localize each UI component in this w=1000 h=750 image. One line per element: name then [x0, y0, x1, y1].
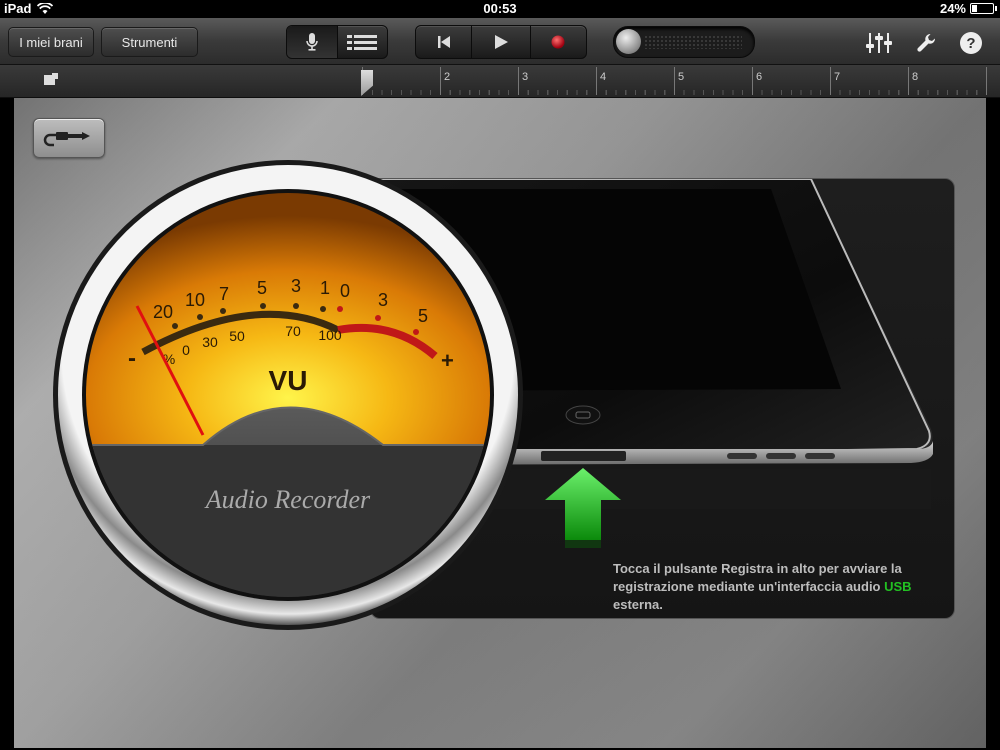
scale-label-5: 5 — [257, 278, 267, 298]
volume-slider[interactable] — [613, 26, 755, 58]
mixer-icon — [866, 33, 892, 53]
vu-meter: 20 10 7 5 3 1 0 3 5 % 0 30 50 70 100 - +… — [53, 160, 523, 630]
instructions-text-end: esterna. — [613, 597, 663, 612]
wrench-icon — [917, 33, 936, 52]
tracks-list-icon — [347, 35, 378, 50]
percent-70: 70 — [285, 323, 301, 339]
bar-marker-8: 8 — [912, 71, 919, 83]
record-button[interactable] — [531, 26, 586, 58]
scale-label-7: 7 — [219, 284, 229, 304]
percent-100: 100 — [318, 327, 342, 343]
bar-marker-7: 7 — [834, 71, 841, 83]
bar-marker-2: 2 — [444, 71, 451, 83]
bar-marker-3: 3 — [522, 71, 529, 83]
volume-knob[interactable] — [616, 29, 641, 54]
add-track-icon[interactable] — [42, 71, 62, 89]
bar-marker-5: 5 — [678, 71, 685, 83]
battery-percent: 24% — [939, 1, 966, 16]
tracks-view-button[interactable] — [338, 26, 388, 58]
minus-sign: - — [128, 345, 136, 372]
ruler-ticks — [362, 67, 988, 95]
battery-icon — [970, 3, 997, 14]
input-settings-button[interactable] — [33, 118, 105, 158]
my-songs-button[interactable]: I miei brani — [8, 27, 94, 57]
instructions-text: Tocca il pulsante Registra in alto per a… — [613, 561, 902, 594]
timeline-ruler[interactable]: 1 2 3 4 5 6 7 8 — [0, 65, 1000, 98]
svg-text:?: ? — [966, 35, 975, 52]
help-icon: ? — [960, 32, 982, 54]
vu-title: VU — [269, 365, 308, 396]
view-switcher — [286, 25, 388, 59]
scale-label-1: 1 — [320, 278, 330, 298]
settings-button[interactable] — [914, 30, 940, 56]
arrow-up-icon — [545, 468, 621, 548]
plus-sign: + — [441, 348, 454, 373]
percent-0: 0 — [182, 342, 190, 358]
scale-label-plus5: 5 — [418, 306, 428, 326]
instrument-view-button[interactable] — [287, 26, 338, 58]
play-button[interactable] — [472, 26, 531, 58]
scale-label-20: 20 — [153, 302, 173, 322]
transport-controls — [415, 25, 587, 59]
rewind-button[interactable] — [416, 26, 473, 58]
bar-marker-4: 4 — [600, 71, 607, 83]
clock: 00:53 — [483, 1, 517, 16]
bar-marker-6: 6 — [756, 71, 763, 83]
rewind-icon — [437, 36, 450, 48]
help-button[interactable]: ? — [958, 30, 984, 56]
scale-label-3: 3 — [291, 276, 301, 296]
percent-30: 30 — [202, 334, 218, 350]
audio-jack-icon — [43, 132, 90, 147]
brand-label: Audio Recorder — [204, 485, 371, 514]
usb-highlight: USB — [884, 579, 912, 594]
recording-instructions: Tocca il pulsante Registra in alto per a… — [613, 560, 943, 614]
status-bar: iPad 00:53 24% — [0, 0, 1000, 18]
mixer-settings-button[interactable] — [866, 30, 892, 56]
scale-label-10: 10 — [185, 290, 205, 310]
record-icon — [551, 35, 565, 49]
microphone-icon — [306, 33, 318, 51]
percent-50: 50 — [229, 328, 245, 344]
instruments-button[interactable]: Strumenti — [101, 27, 198, 57]
play-icon — [495, 35, 508, 49]
scale-label-0: 0 — [340, 281, 350, 301]
scale-label-plus3: 3 — [378, 290, 388, 310]
volume-track — [644, 35, 742, 49]
